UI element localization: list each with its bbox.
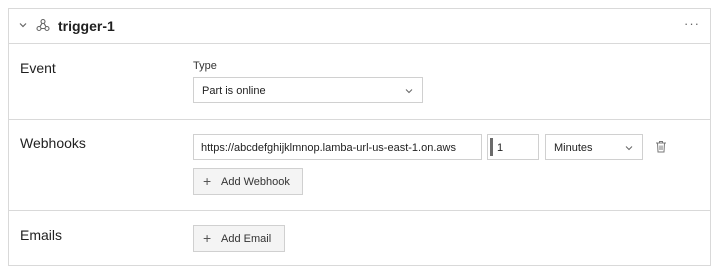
emails-section-label: Emails — [20, 227, 63, 243]
event-type-select[interactable]: Part is online — [193, 77, 423, 103]
trigger-panel: trigger-1 ··· Event Type Part is online … — [8, 8, 711, 266]
webhook-interval-input[interactable]: 1 — [487, 134, 539, 160]
webhook-url-input[interactable]: https://abcdefghijklmnop.lamba-url-us-ea… — [193, 134, 482, 160]
add-webhook-label: Add Webhook — [221, 176, 290, 188]
emails-section: Emails + Add Email — [9, 211, 710, 266]
trigger-header[interactable]: trigger-1 ··· — [9, 9, 710, 44]
event-section: Event Type Part is online — [9, 44, 710, 120]
trigger-title: trigger-1 — [58, 18, 115, 34]
type-label: Type — [193, 60, 217, 72]
webhook-icon — [36, 18, 50, 32]
event-type-value: Part is online — [202, 85, 266, 97]
trash-icon[interactable] — [655, 140, 667, 153]
add-webhook-button[interactable]: + Add Webhook — [193, 168, 303, 195]
plus-icon: + — [203, 230, 212, 246]
add-email-button[interactable]: + Add Email — [193, 225, 285, 252]
chevron-down-icon — [405, 89, 413, 94]
event-section-label: Event — [20, 60, 56, 76]
webhooks-section-label: Webhooks — [20, 135, 86, 151]
plus-icon: + — [203, 173, 212, 189]
chevron-down-icon — [625, 146, 633, 151]
webhook-interval-value: 1 — [497, 142, 504, 154]
more-options-button[interactable]: ··· — [684, 17, 700, 31]
webhooks-section: Webhooks https://abcdefghijklmnop.lamba-… — [9, 120, 710, 211]
chevron-down-icon[interactable] — [18, 20, 28, 30]
webhook-url-value: https://abcdefghijklmnop.lamba-url-us-ea… — [201, 142, 456, 154]
webhook-unit-select[interactable]: Minutes — [545, 134, 643, 160]
webhook-unit-value: Minutes — [554, 142, 593, 154]
add-email-label: Add Email — [221, 233, 272, 245]
text-cursor — [490, 138, 493, 156]
